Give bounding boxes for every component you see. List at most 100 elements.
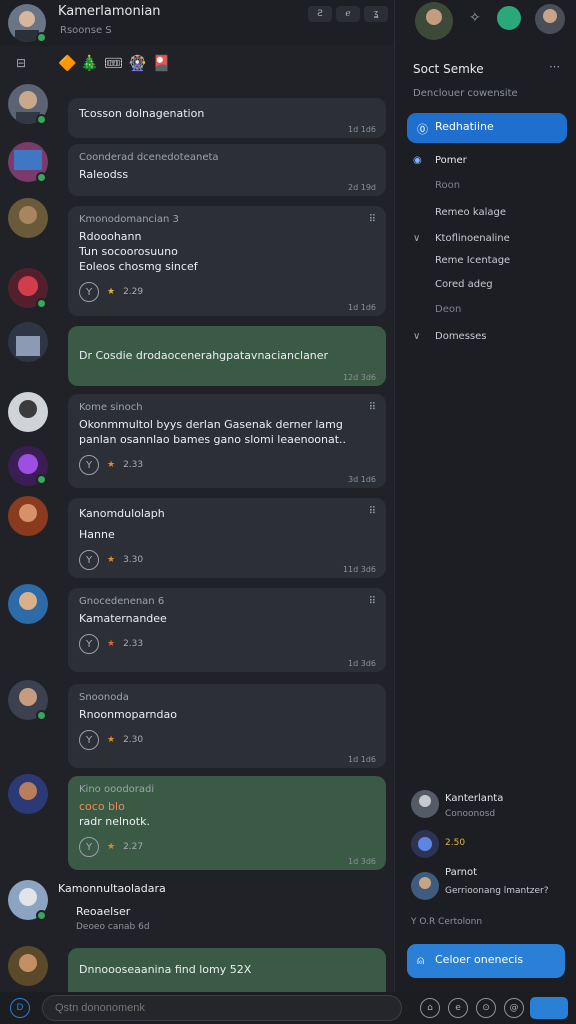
sidebar-item[interactable]: Deon	[435, 304, 461, 315]
message-author: Gnocedenenan 6	[79, 596, 165, 607]
channel-icon: ⓪	[417, 123, 428, 136]
message-bubble[interactable]: Coonderad dcenedoteaneta Raleodss 2d 19d	[68, 144, 386, 196]
message-author: Coonderad dcenedoteaneta	[79, 152, 219, 163]
online-status-icon	[36, 710, 47, 721]
message-avatar[interactable]	[8, 584, 48, 624]
reaction-emoji[interactable]: 🎟	[104, 54, 123, 72]
message-avatar[interactable]	[8, 774, 48, 814]
reply-icon[interactable]: Y	[79, 550, 99, 570]
message-time: 1d 3d6	[348, 857, 376, 866]
message-text: coco blo	[79, 800, 125, 813]
more-options-icon[interactable]: ⠿	[369, 402, 376, 413]
message-author: Kome sinoch	[79, 402, 143, 413]
member-status: Conoonosd	[445, 809, 496, 819]
sticker-icon[interactable]: e	[448, 998, 468, 1018]
sidebar-item[interactable]: Domesses	[435, 331, 487, 342]
star-icon[interactable]: ★	[107, 460, 115, 470]
sidebar-item[interactable]: Roon	[435, 180, 460, 191]
member-avatar[interactable]	[411, 790, 439, 818]
chevron-down-icon[interactable]: ∨	[413, 331, 420, 342]
sidebar-item[interactable]: Reme Icentage	[435, 255, 510, 266]
message-text: Okonmmultol byys derlan Gasenak derner l…	[79, 418, 343, 431]
reaction-count: 2.29	[123, 287, 144, 297]
member-status: Gerrioonang lmantzer?	[445, 886, 549, 896]
reply-icon[interactable]: Y	[79, 730, 99, 750]
message-time: 11d 3d6	[342, 565, 376, 574]
sidebar-section[interactable]: Pomer	[435, 155, 467, 166]
emoji-icon[interactable]: ⊙	[476, 998, 496, 1018]
member-name[interactable]: Kanterlanta	[445, 793, 503, 804]
sidebar-item[interactable]: Cored adeg	[435, 279, 493, 290]
message-bubble[interactable]: ⠿ Kmonodomancian 3 Rdooohann Tun socooro…	[68, 206, 386, 316]
star-icon[interactable]: ★	[107, 287, 115, 297]
mention-icon[interactable]: @	[504, 998, 524, 1018]
reaction-emoji[interactable]: 🎡	[128, 54, 147, 72]
message-text: Tcosson dolnagenation	[79, 107, 205, 120]
reaction-emoji[interactable]: 🎄	[80, 54, 99, 72]
star-icon[interactable]: ★	[107, 842, 115, 852]
message-bubble[interactable]: Dr Cosdie drodaocenerahgpatavnacianclane…	[68, 326, 386, 386]
reply-icon[interactable]: Y	[79, 634, 99, 654]
message-bubble[interactable]: Dnnoooseaanina find lomy 52X	[68, 948, 386, 992]
star-icon[interactable]: ★	[107, 555, 115, 565]
reply-icon[interactable]: Y	[79, 837, 99, 857]
message-avatar[interactable]	[8, 496, 48, 536]
message-bubble[interactable]: ⠿ Gnocedenenan 6 Kamaternandee Y ★ 2.33 …	[68, 588, 386, 672]
message-author: Kino ooodoradi	[79, 784, 155, 795]
message-avatar[interactable]	[8, 392, 48, 432]
header-action-button[interactable]: ℯ	[336, 6, 360, 22]
sidebar-footer: Y O.R Certolonn	[411, 917, 483, 927]
message-text: Hanne	[79, 528, 115, 541]
message-time: 1d 3d6	[348, 659, 376, 668]
message-bubble[interactable]: ⠿ Kome sinoch Okonmmultol byys derlan Ga…	[68, 394, 386, 488]
reply-icon[interactable]: Y	[79, 455, 99, 475]
message-reactions: Y ★ 2.33	[79, 634, 375, 654]
message-avatar[interactable]	[8, 946, 48, 986]
message-avatar[interactable]	[8, 322, 48, 362]
message-reactions: Y ★ 2.27	[79, 837, 375, 857]
message-avatar[interactable]	[8, 198, 48, 238]
member-avatar[interactable]	[411, 872, 439, 900]
add-attachment-icon[interactable]: D	[10, 998, 30, 1018]
message-bubble[interactable]: Tcosson dolnagenation 1d 1d6	[68, 98, 386, 138]
message-bubble[interactable]: ⠿ Kanomdulolaph Hanne Y ★ 3.30 11d 3d6	[68, 498, 386, 578]
sidebar-item-active[interactable]: Redhatiine	[407, 113, 567, 143]
chevron-down-icon[interactable]: ∨	[413, 233, 420, 244]
star-icon[interactable]: ★	[107, 639, 115, 649]
pin-icon[interactable]: ⊟	[16, 56, 26, 70]
online-status-icon	[36, 32, 47, 43]
channel-header: Kamerlamonian Rsoonse S Ƨ ℯ ʓ	[0, 0, 394, 46]
reaction-bar: ⊟ 🔶 🎄 🎟 🎡 🎴	[0, 50, 394, 80]
reply-icon[interactable]: Y	[79, 282, 99, 302]
more-options-icon[interactable]: ⠿	[369, 596, 376, 607]
message-reactions: Y ★ 3.30	[79, 550, 375, 570]
sidebar-avatar[interactable]	[415, 2, 453, 40]
sidebar-item[interactable]: Remeo kalage	[435, 207, 506, 218]
chat-app: Kamerlamonian Rsoonse S Ƨ ℯ ʓ ⊟ 🔶 🎄 🎟 🎡 …	[0, 0, 576, 1024]
invite-button[interactable]: Celoer onenecis	[407, 944, 565, 978]
more-options-icon[interactable]: ⠿	[369, 506, 376, 517]
sidebar-subtitle: Denclouer cowensite	[413, 88, 518, 99]
sidebar-item[interactable]: Ktoflinoenaline	[435, 233, 510, 244]
collapse-icon[interactable]: ⋯	[549, 60, 560, 73]
message-input[interactable]	[42, 995, 402, 1021]
member-avatar[interactable]	[411, 830, 439, 858]
user-avatar[interactable]	[535, 4, 565, 34]
reaction-emoji[interactable]: 🎴	[152, 54, 171, 72]
star-icon[interactable]: ★	[107, 735, 115, 745]
message-text: Eoleos chosmg sincef	[79, 260, 198, 273]
section-icon: ◉	[413, 155, 422, 166]
header-action-button[interactable]: Ƨ	[308, 6, 332, 22]
message-bubble[interactable]: Snoonoda Rnoonmoparndao Y ★ 2.30 1d 1d6	[68, 684, 386, 768]
send-button[interactable]	[530, 997, 568, 1019]
reaction-emoji[interactable]: 🔶	[58, 54, 77, 72]
notification-icon[interactable]	[497, 6, 521, 30]
message-text: Rnoonmoparndao	[79, 708, 177, 721]
gift-icon[interactable]: ⌂	[420, 998, 440, 1018]
message-bubble[interactable]: Kino ooodoradi coco blo radr nelnotk. Y …	[68, 776, 386, 870]
member-name[interactable]: Parnot	[445, 867, 477, 878]
reaction-count: 2.33	[123, 639, 144, 649]
more-options-icon[interactable]: ⠿	[369, 214, 376, 225]
header-action-button[interactable]: ʓ	[364, 6, 388, 22]
gear-icon[interactable]: ✧	[469, 10, 481, 26]
